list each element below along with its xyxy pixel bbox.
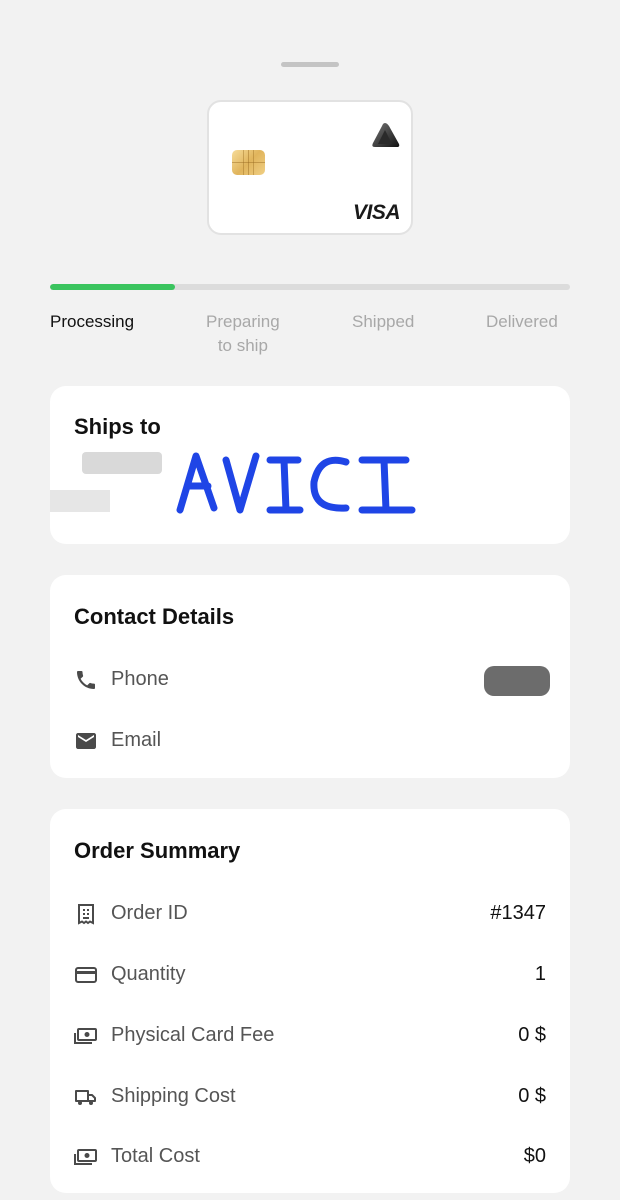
phone-value-redacted	[484, 666, 550, 696]
phone-label: Phone	[111, 668, 169, 690]
order-id-value: #1347	[490, 902, 546, 924]
step-delivered: Delivered	[486, 312, 558, 331]
progress-fill	[50, 284, 175, 290]
step-preparing-to-ship: Preparing to ship	[206, 312, 280, 355]
quantity-label: Quantity	[111, 963, 186, 985]
redacted-address-line	[50, 490, 110, 512]
order-id-label: Order ID	[111, 902, 188, 924]
handwritten-name	[176, 452, 416, 514]
sheet-grabber[interactable]	[281, 62, 339, 67]
chip-icon	[232, 150, 265, 175]
total-cost-label: Total Cost	[111, 1145, 200, 1167]
shipping-cost-value: 0 $	[518, 1085, 546, 1107]
contact-details-card: Contact Details Phone Email	[50, 575, 570, 778]
cash-icon	[74, 1028, 97, 1044]
ships-to-title: Ships to	[74, 414, 161, 439]
cash-icon	[74, 1149, 97, 1165]
step-shipped: Shipped	[352, 312, 415, 331]
order-summary-card: Order Summary Order ID #1347 Quantity 1 …	[50, 809, 570, 1193]
ships-to-card: Ships to	[50, 386, 570, 544]
order-progress-bar	[50, 284, 570, 290]
email-label: Email	[111, 729, 162, 751]
receipt-icon	[78, 904, 94, 925]
contact-details-title: Contact Details	[74, 604, 235, 629]
order-summary-title: Order Summary	[74, 838, 241, 863]
phone-icon	[77, 671, 95, 689]
step-processing: Processing	[50, 312, 135, 331]
shipping-cost-label: Shipping Cost	[111, 1085, 236, 1107]
card-preview: VISA	[207, 100, 413, 235]
card-icon	[75, 967, 97, 983]
card-fee-value: 0 $	[518, 1024, 546, 1046]
email-icon	[76, 733, 96, 749]
visa-logo: VISA	[352, 201, 401, 224]
truck-icon	[75, 1090, 96, 1105]
brand-logo-icon	[372, 123, 400, 147]
total-cost-value: $0	[523, 1145, 546, 1167]
card-fee-label: Physical Card Fee	[111, 1024, 275, 1046]
redacted-address	[82, 452, 162, 474]
quantity-value: 1	[534, 963, 546, 985]
